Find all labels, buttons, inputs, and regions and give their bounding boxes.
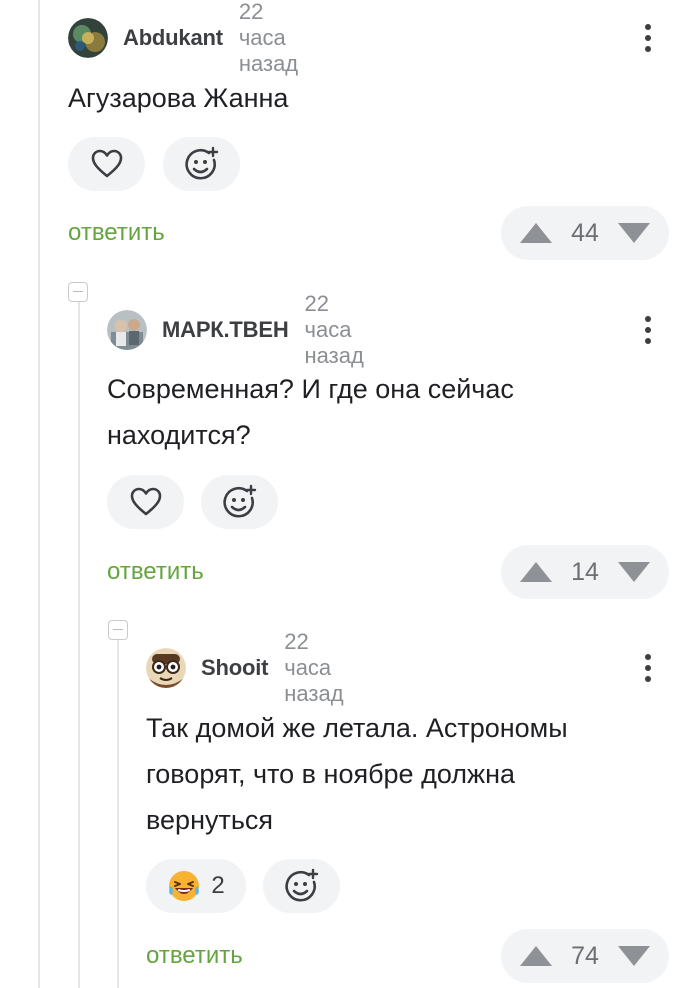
- username[interactable]: Abdukant: [123, 25, 223, 51]
- score: 44: [571, 218, 599, 247]
- timestamp: 22 часа назад: [284, 629, 344, 706]
- more-vertical-icon[interactable]: [636, 650, 660, 686]
- comment-text-line: говорят, что в ноябре должна: [146, 759, 515, 789]
- triangle-down-icon[interactable]: [617, 945, 651, 967]
- add-reaction-button[interactable]: [163, 137, 240, 191]
- comment-text-line: Современная? И где она сейчас: [107, 374, 514, 404]
- more-vertical-icon[interactable]: [636, 20, 660, 56]
- comment-text: Агузарова Жанна: [68, 75, 288, 121]
- like-button[interactable]: [107, 475, 184, 529]
- add-reaction-icon: [284, 868, 318, 902]
- vote-control: 44: [501, 206, 669, 260]
- add-reaction-button[interactable]: [201, 475, 278, 529]
- reply-link[interactable]: ответить: [146, 942, 243, 970]
- add-reaction-button[interactable]: [263, 859, 340, 913]
- username[interactable]: Shooit: [201, 655, 268, 681]
- triangle-up-icon[interactable]: [519, 222, 553, 244]
- comment-text-line: вернуться: [146, 805, 274, 835]
- reply-link[interactable]: ответить: [107, 558, 204, 586]
- triangle-down-icon[interactable]: [617, 561, 651, 583]
- heart-icon: [130, 487, 161, 516]
- add-reaction-icon: [222, 484, 256, 518]
- comment-text-line: Так домой же летала. Астрономы: [146, 713, 568, 743]
- laughing-emoji-icon: [169, 871, 200, 901]
- comment-header: МАРК.ТВЕН 22 часа назад: [107, 291, 364, 368]
- avatar[interactable]: [68, 18, 108, 58]
- collapse-thread-button[interactable]: [108, 620, 128, 640]
- reply-link[interactable]: ответить: [68, 219, 165, 247]
- comment-text: Современная? И где она сейчас находится?: [107, 366, 514, 458]
- score: 74: [571, 941, 599, 970]
- comment-header: Shooit 22 часа назад: [146, 629, 344, 706]
- like-button[interactable]: [68, 137, 145, 191]
- reaction-laugh-button[interactable]: 2: [146, 859, 246, 913]
- collapse-thread-button[interactable]: [68, 282, 88, 302]
- add-reaction-icon: [184, 146, 218, 180]
- heart-icon: [91, 149, 122, 178]
- thread-line-level-2: [117, 640, 119, 988]
- timestamp: 22 часа назад: [304, 291, 364, 368]
- score: 14: [571, 557, 599, 586]
- triangle-up-icon[interactable]: [519, 945, 553, 967]
- thread-line-level-1: [78, 302, 80, 988]
- more-vertical-icon[interactable]: [636, 312, 660, 348]
- avatar[interactable]: [107, 310, 147, 350]
- vote-control: 74: [501, 929, 669, 983]
- comment-header: Abdukant 22 часа назад: [68, 0, 298, 76]
- comment-text-line: Агузарова Жанна: [68, 83, 289, 113]
- comment-text: Так домой же летала. Астрономы говорят, …: [146, 705, 568, 843]
- timestamp: 22 часа назад: [238, 0, 299, 76]
- avatar[interactable]: [146, 648, 186, 688]
- triangle-up-icon[interactable]: [519, 561, 553, 583]
- comment-text-line: находится?: [107, 420, 251, 450]
- vote-control: 14: [501, 545, 669, 599]
- username[interactable]: МАРК.ТВЕН: [162, 317, 289, 343]
- triangle-down-icon[interactable]: [617, 222, 651, 244]
- reaction-count: 2: [211, 872, 225, 899]
- thread-line-level-0: [38, 0, 40, 988]
